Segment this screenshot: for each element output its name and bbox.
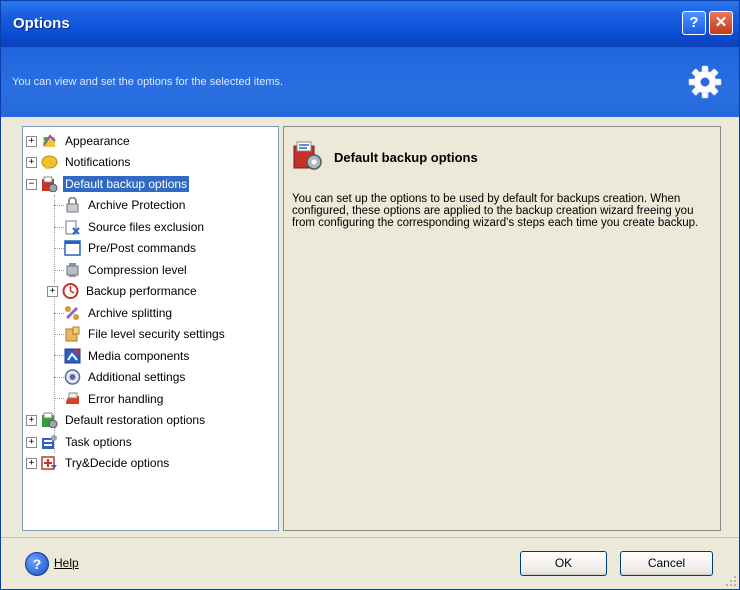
divider [1,537,739,538]
banner-text: You can view and set the options for the… [12,76,284,88]
error-icon [64,391,81,407]
tree-item-label: Additional settings [88,370,186,384]
resize-grip-icon[interactable] [725,575,737,587]
tree-item-archive-splitting[interactable]: Archive splitting [64,303,174,323]
collapse-icon[interactable]: − [26,178,37,190]
panel-description: You can set up the options to be used by… [292,193,699,229]
splitting-icon [64,305,81,321]
tree-item-default-backup-options[interactable]: − Default backup options [26,174,190,194]
expand-icon[interactable]: + [26,457,37,469]
expand-icon[interactable]: + [47,285,58,297]
tree-item-label: Backup performance [86,284,197,298]
header-banner: You can view and set the options for the… [1,47,739,117]
tree-item-file-level-security-settings[interactable]: File level security settings [64,324,227,344]
task-icon [41,434,58,450]
expand-icon[interactable]: + [26,414,37,426]
close-button[interactable]: ✕ [709,11,733,35]
tree-item-label: Default backup options [63,176,190,192]
media-icon [64,348,81,364]
tree-item-label: Archive Protection [88,198,186,212]
tree-item-notifications[interactable]: + Notifications [26,152,132,172]
tree-item-label: Pre/Post commands [88,241,197,255]
commands-icon [64,240,81,256]
options-tree[interactable]: + Appearance + Notifications − Default b… [22,126,279,531]
security-icon [64,326,81,342]
tree-item-label: Archive splitting [88,306,173,320]
tree-item-error-handling[interactable]: Error handling [64,389,165,409]
tree-item-default-restoration-options[interactable]: + Default restoration options [26,410,207,430]
compression-icon [64,262,81,278]
backup-options-icon [293,141,322,170]
tree-item-label: Notifications [65,155,131,169]
expand-icon[interactable]: + [26,135,37,147]
restoration-icon [41,412,58,428]
help-link[interactable]: Help [54,556,79,570]
tree-item-pre-post-commands[interactable]: Pre/Post commands [64,238,198,258]
backup-options-icon [41,176,58,192]
tree-item-archive-protection[interactable]: Archive Protection [64,195,187,215]
title-help-button[interactable]: ? [682,11,706,35]
performance-icon [62,283,79,299]
tree-item-label: Media components [88,349,190,363]
try-decide-icon [41,455,58,471]
tree-item-additional-settings[interactable]: Additional settings [64,367,187,387]
tree-item-compression-level[interactable]: Compression level [64,260,189,280]
lock-icon [64,197,81,213]
tree-item-task-options[interactable]: + Task options [26,432,134,452]
appearance-icon [41,133,58,149]
tree-item-backup-performance[interactable]: + Backup performance [47,281,199,301]
expand-icon[interactable]: + [26,436,37,448]
tree-item-label: Error handling [88,392,164,406]
tree-item-label: Try&Decide options [65,456,170,470]
file-exclusion-icon [64,219,81,235]
tree-item-try-decide-options[interactable]: + Try&Decide options [26,453,171,473]
tree-item-appearance[interactable]: + Appearance [26,131,132,151]
expand-icon[interactable]: + [26,156,37,168]
cancel-button[interactable]: Cancel [620,551,713,576]
panel-title: Default backup options [334,150,478,165]
ok-button[interactable]: OK [520,551,607,576]
tree-item-label: Compression level [88,263,187,277]
description-panel: Default backup options You can set up th… [283,126,721,531]
tree-item-label: Appearance [65,134,130,148]
help-icon[interactable]: ? [25,552,49,576]
title-bar[interactable]: Options ? ✕ [1,1,739,47]
tree-item-media-components[interactable]: Media components [64,346,191,366]
options-dialog: Options ? ✕ You can view and set the opt… [0,0,740,590]
tree-item-label: Default restoration options [65,413,206,427]
window-title: Options [13,15,70,32]
tree-item-label: File level security settings [88,327,225,341]
gear-icon [688,65,722,99]
additional-settings-icon [64,369,81,385]
tree-item-label: Source files exclusion [88,220,205,234]
tree-item-label: Task options [65,435,132,449]
notifications-icon [41,154,58,170]
tree-item-source-files-exclusion[interactable]: Source files exclusion [64,217,206,237]
